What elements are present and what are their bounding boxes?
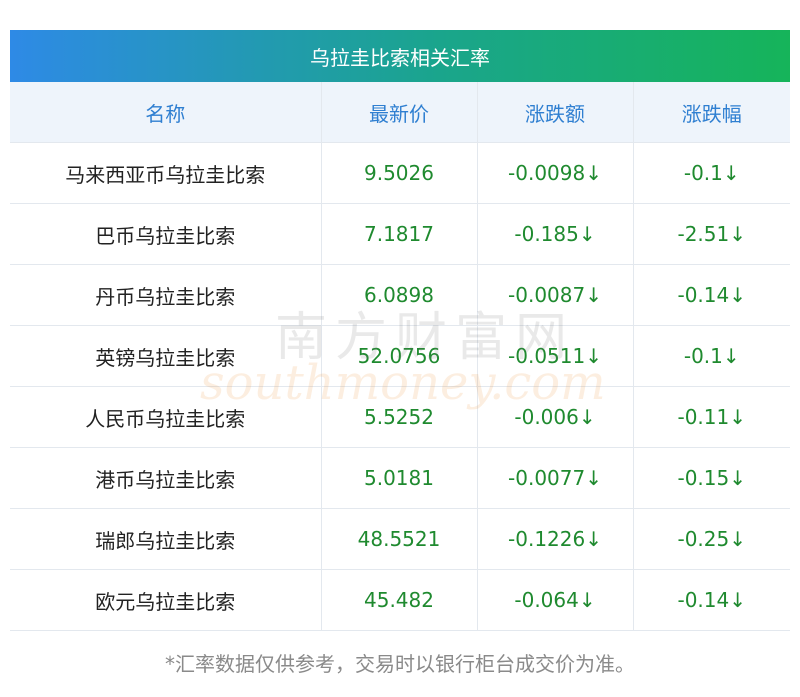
table-row: 港币乌拉圭比索 5.0181 -0.0077↓ -0.15↓ <box>10 447 790 509</box>
row-price: 5.0181 <box>321 447 478 509</box>
row-percent: -0.25↓ <box>633 508 790 570</box>
row-name[interactable]: 人民币乌拉圭比索 <box>10 386 322 448</box>
row-price: 48.5521 <box>321 508 478 570</box>
row-name[interactable]: 欧元乌拉圭比索 <box>10 569 322 631</box>
row-change: -0.0098↓ <box>477 142 634 204</box>
row-percent: -0.11↓ <box>633 386 790 448</box>
table-row: 马来西亚币乌拉圭比索 9.5026 -0.0098↓ -0.1↓ <box>10 142 790 204</box>
header-row: 名称 最新价 涨跌额 涨跌幅 <box>10 82 790 143</box>
table-row: 瑞郎乌拉圭比索 48.5521 -0.1226↓ -0.25↓ <box>10 508 790 570</box>
row-change: -0.0077↓ <box>477 447 634 509</box>
row-percent: -0.14↓ <box>633 569 790 631</box>
row-percent: -0.1↓ <box>633 142 790 204</box>
row-percent: -0.1↓ <box>633 325 790 387</box>
row-change: -0.0511↓ <box>477 325 634 387</box>
table-title: 乌拉圭比索相关汇率 <box>10 30 790 82</box>
row-change: -0.064↓ <box>477 569 634 631</box>
table-row: 巴币乌拉圭比索 7.1817 -0.185↓ -2.51↓ <box>10 203 790 265</box>
row-name[interactable]: 港币乌拉圭比索 <box>10 447 322 509</box>
row-price: 6.0898 <box>321 264 478 326</box>
exchange-rate-card: 乌拉圭比索相关汇率 名称 最新价 涨跌额 涨跌幅 马来西亚币乌拉圭比索 9.50… <box>10 30 790 631</box>
header-name: 名称 <box>10 82 322 143</box>
row-price: 45.482 <box>321 569 478 631</box>
row-price: 7.1817 <box>321 203 478 265</box>
table-row: 欧元乌拉圭比索 45.482 -0.064↓ -0.14↓ <box>10 569 790 631</box>
row-change: -0.1226↓ <box>477 508 634 570</box>
row-price: 5.5252 <box>321 386 478 448</box>
row-name[interactable]: 丹币乌拉圭比索 <box>10 264 322 326</box>
disclaimer-footnote: *汇率数据仅供参考，交易时以银行柜台成交价为准。 <box>165 652 635 676</box>
exchange-rate-table: 名称 最新价 涨跌额 涨跌幅 马来西亚币乌拉圭比索 9.5026 -0.0098… <box>10 82 790 631</box>
row-name[interactable]: 巴币乌拉圭比索 <box>10 203 322 265</box>
header-change: 涨跌额 <box>477 82 634 143</box>
header-percent: 涨跌幅 <box>633 82 790 143</box>
row-change: -0.006↓ <box>477 386 634 448</box>
row-percent: -0.15↓ <box>633 447 790 509</box>
row-percent: -2.51↓ <box>633 203 790 265</box>
row-percent: -0.14↓ <box>633 264 790 326</box>
table-row: 人民币乌拉圭比索 5.5252 -0.006↓ -0.11↓ <box>10 386 790 448</box>
row-price: 9.5026 <box>321 142 478 204</box>
row-change: -0.0087↓ <box>477 264 634 326</box>
table-row: 英镑乌拉圭比索 52.0756 -0.0511↓ -0.1↓ <box>10 325 790 387</box>
row-name[interactable]: 英镑乌拉圭比索 <box>10 325 322 387</box>
row-price: 52.0756 <box>321 325 478 387</box>
header-price: 最新价 <box>321 82 478 143</box>
table-row: 丹币乌拉圭比索 6.0898 -0.0087↓ -0.14↓ <box>10 264 790 326</box>
row-change: -0.185↓ <box>477 203 634 265</box>
row-name[interactable]: 马来西亚币乌拉圭比索 <box>10 142 322 204</box>
row-name[interactable]: 瑞郎乌拉圭比索 <box>10 508 322 570</box>
